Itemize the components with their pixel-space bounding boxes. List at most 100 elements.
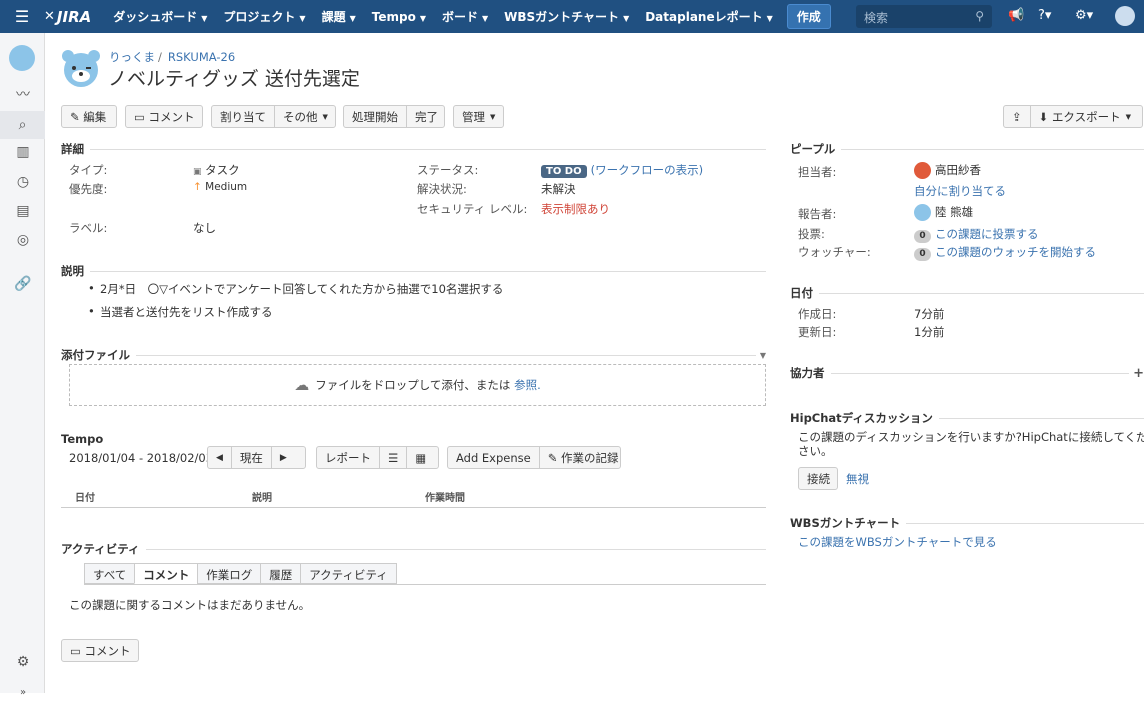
- export-group: ⇪ ⬇ エクスポート ▼: [1003, 105, 1143, 128]
- status-badge: TO DO: [541, 165, 587, 178]
- user-avatar[interactable]: [1115, 6, 1135, 26]
- done-button[interactable]: 完了: [407, 106, 446, 127]
- nav-boards[interactable]: ボード ▼: [434, 8, 496, 25]
- watchers-value: 0 この課題のウォッチを開始する: [914, 244, 1096, 261]
- settings-icon[interactable]: ⚙: [12, 651, 34, 673]
- current-period-button[interactable]: 現在: [232, 447, 272, 468]
- releases-icon[interactable]: ◷: [12, 171, 34, 193]
- no-comments-text: この課題に関するコメントはまだありません。: [69, 598, 311, 612]
- assign-to-me-link[interactable]: 自分に割り当てる: [914, 183, 1006, 199]
- expand-icon[interactable]: »: [12, 681, 34, 703]
- page-title[interactable]: ノベルティグッズ 送付先選定: [108, 64, 360, 91]
- tab-all[interactable]: すべて: [84, 563, 136, 584]
- nav-wbs-gantt[interactable]: WBSガントチャート ▼: [496, 8, 637, 25]
- watchers-count: 0: [914, 248, 931, 261]
- list-view-icon[interactable]: ☰: [380, 447, 408, 468]
- security-value[interactable]: 表示制限あり: [541, 201, 610, 217]
- col-time-spent[interactable]: 作業時間: [425, 489, 465, 504]
- col-description[interactable]: 説明: [252, 489, 272, 504]
- created-label: 作成日:: [798, 307, 837, 321]
- log-work-button[interactable]: ✎ 作業の記録: [540, 447, 627, 468]
- share-icon[interactable]: ⇪: [1004, 106, 1031, 127]
- labels-value[interactable]: なし: [193, 220, 216, 236]
- wbs-gantt-link[interactable]: この課題をWBSガントチャートで見る: [798, 534, 997, 550]
- type-label: タイプ:: [69, 163, 108, 177]
- nav-tempo[interactable]: Tempo ▼: [364, 10, 434, 24]
- issues-search-icon[interactable]: ⌕: [0, 111, 45, 139]
- project-avatar-icon[interactable]: [9, 45, 35, 71]
- add-comment-button[interactable]: ▭ コメント: [61, 639, 139, 662]
- tempo-heading[interactable]: Tempo: [61, 432, 766, 446]
- activity-icon[interactable]: 〰: [12, 83, 34, 105]
- description-heading[interactable]: 説明: [61, 263, 766, 279]
- resolution-value: 未解決: [541, 182, 576, 196]
- activity-tabs: すべて コメント 作業ログ 履歴 アクティビティ: [84, 563, 397, 584]
- connect-button[interactable]: 接続: [798, 467, 838, 490]
- nav-projects[interactable]: プロジェクト ▼: [215, 8, 313, 25]
- breadcrumb-issue-key[interactable]: RSKUMA-26: [168, 50, 235, 64]
- report-button[interactable]: レポート: [317, 447, 380, 468]
- labels-label: ラベル:: [69, 221, 108, 235]
- next-period-icon[interactable]: ▶: [272, 447, 295, 468]
- view-workflow-link[interactable]: (ワークフローの表示): [591, 163, 703, 177]
- col-date[interactable]: 日付: [75, 489, 95, 504]
- watch-link[interactable]: この課題のウォッチを開始する: [935, 245, 1096, 259]
- help-icon[interactable]: ?▾: [1038, 8, 1051, 23]
- megaphone-icon[interactable]: 📢: [1008, 8, 1024, 23]
- tempo-period-nav: ◀ 現在 ▶: [207, 446, 306, 469]
- components-icon[interactable]: ▤: [12, 200, 34, 222]
- search-icon: ⚲: [975, 9, 984, 23]
- browse-link[interactable]: 参照.: [514, 377, 541, 393]
- description-item: 2月*日 〇▽イベントでアンケート回答してくれた方から抽選で10名選択する: [88, 281, 503, 297]
- addons-icon[interactable]: ◎: [12, 229, 34, 251]
- tempo-report-group: レポート ☰ ▦: [316, 446, 439, 469]
- link-icon[interactable]: 🔗: [12, 273, 34, 295]
- more-button[interactable]: その他 ▼: [275, 106, 336, 127]
- assignee-value[interactable]: 高田紗香: [914, 162, 981, 179]
- tempo-date-range: 2018/01/04 - 2018/02/03: [69, 451, 214, 465]
- details-heading[interactable]: 詳細: [61, 141, 766, 157]
- reporter-label: 報告者:: [798, 207, 837, 221]
- gear-icon[interactable]: ⚙▾: [1075, 8, 1093, 23]
- assign-button[interactable]: 割り当て: [212, 106, 275, 127]
- jira-logo[interactable]: ✕ JIRA: [44, 8, 91, 26]
- attachments-heading[interactable]: 添付ファイル ▼: [61, 347, 766, 363]
- attachment-dropzone[interactable]: ☁ ファイルをドロップして添付、または 参照.: [69, 364, 766, 406]
- hipchat-heading[interactable]: HipChatディスカッション: [790, 410, 1144, 426]
- tab-work-log[interactable]: 作業ログ: [197, 563, 262, 584]
- reports-icon[interactable]: ▥: [12, 141, 34, 163]
- export-button[interactable]: ⬇ エクスポート ▼: [1031, 106, 1139, 127]
- attachments-options-icon[interactable]: ▼: [760, 351, 766, 360]
- app-switcher-icon[interactable]: ☰: [0, 7, 44, 26]
- prev-period-icon[interactable]: ◀: [208, 447, 232, 468]
- ignore-link[interactable]: 無視: [846, 471, 869, 487]
- created-value: 7分前: [914, 307, 945, 321]
- reporter-value[interactable]: 陸 熊雄: [914, 204, 973, 221]
- breadcrumb-project[interactable]: りっくま: [109, 50, 155, 64]
- add-collaborator-icon[interactable]: +: [1133, 366, 1144, 381]
- add-expense-button[interactable]: Add Expense: [448, 447, 540, 468]
- comment-button[interactable]: ▭ コメント: [125, 105, 203, 128]
- nav-dashboard[interactable]: ダッシュボード ▼: [105, 8, 215, 25]
- breadcrumb: りっくま / RSKUMA-26: [109, 50, 236, 64]
- assign-more-group: 割り当て その他 ▼: [211, 105, 336, 128]
- admin-button[interactable]: 管理 ▼: [453, 105, 504, 128]
- tab-activity[interactable]: アクティビティ: [300, 563, 397, 584]
- edit-button[interactable]: ✎ 編集: [61, 105, 117, 128]
- create-button[interactable]: 作成: [786, 4, 831, 29]
- tab-comments[interactable]: コメント: [134, 563, 199, 584]
- vote-link[interactable]: この課題に投票する: [935, 227, 1039, 241]
- grid-view-icon[interactable]: ▦: [407, 447, 434, 468]
- dates-heading[interactable]: 日付: [790, 285, 1144, 301]
- collaborators-heading[interactable]: 協力者 +: [790, 365, 1144, 381]
- assignee-avatar: [914, 162, 931, 179]
- people-heading[interactable]: ピープル: [790, 141, 1144, 157]
- nav-dataplane[interactable]: Dataplaneレポート ▼: [637, 8, 781, 25]
- votes-value: 0 この課題に投票する: [914, 226, 1039, 243]
- search-input[interactable]: 検索 ⚲: [856, 5, 992, 28]
- activity-heading[interactable]: アクティビティ: [61, 541, 766, 557]
- start-progress-button[interactable]: 処理開始: [344, 106, 407, 127]
- nav-issues[interactable]: 課題 ▼: [314, 8, 364, 25]
- wbs-heading[interactable]: WBSガントチャート: [790, 515, 1144, 531]
- tab-history[interactable]: 履歴: [260, 563, 302, 584]
